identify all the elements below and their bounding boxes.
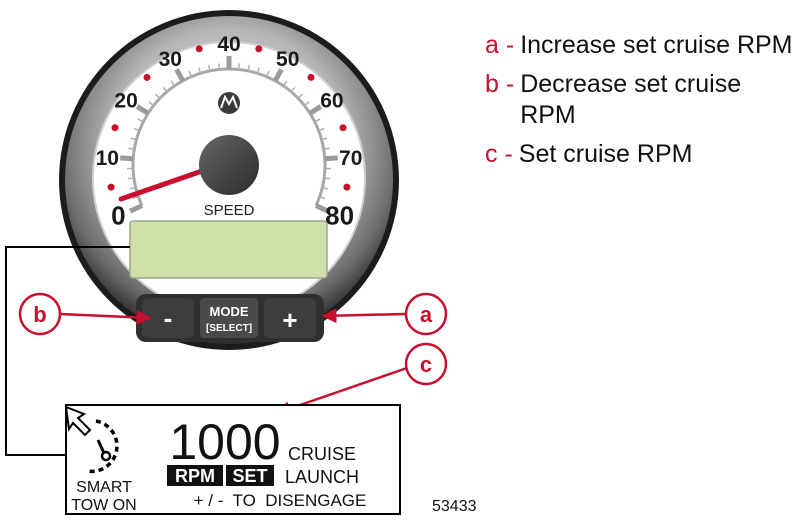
legend-item-b: b - Decrease set cruise RPM bbox=[485, 70, 742, 129]
dial-speed-label: SPEED bbox=[204, 202, 255, 219]
svg-text:SET: SET bbox=[232, 466, 267, 486]
svg-text:+: + bbox=[282, 305, 297, 335]
dial-minor-tick bbox=[218, 63, 221, 70]
dial-number: 80 bbox=[325, 201, 354, 231]
gauge-hub bbox=[199, 135, 259, 195]
dial-red-dot bbox=[143, 73, 151, 81]
legend-item-c: c - Set cruise RPM bbox=[485, 140, 693, 168]
dial-minor-tick bbox=[323, 177, 331, 180]
rpm-tag: RPM bbox=[167, 465, 223, 486]
tow-on-label: TOW ON bbox=[71, 497, 136, 514]
dial-minor-tick bbox=[323, 147, 330, 150]
dial-red-dot bbox=[111, 124, 119, 132]
svg-text:a: a bbox=[420, 302, 433, 327]
dial-number: 30 bbox=[159, 48, 182, 71]
dial-number: 70 bbox=[339, 147, 362, 170]
dial-number: 20 bbox=[114, 89, 137, 112]
set-tag: SET bbox=[226, 465, 274, 486]
svg-text:MODE: MODE bbox=[210, 304, 249, 319]
dial-minor-tick bbox=[128, 147, 135, 150]
smart-label: SMART bbox=[76, 479, 132, 496]
dial-major-tick bbox=[120, 155, 134, 162]
callout-a-leader bbox=[321, 308, 406, 324]
dial-red-dot bbox=[343, 183, 351, 191]
brand-logo-icon bbox=[218, 92, 240, 114]
dial-minor-tick bbox=[237, 63, 240, 70]
dial-major-tick bbox=[324, 155, 338, 162]
svg-text:[SELECT]: [SELECT] bbox=[206, 323, 252, 334]
lcd-window bbox=[129, 220, 328, 279]
dial-red-dot bbox=[195, 45, 203, 53]
mode-select-button[interactable]: MODE [SELECT] bbox=[200, 298, 258, 338]
svg-text:b: b bbox=[33, 302, 46, 327]
callout-c: c bbox=[404, 342, 448, 386]
dial-minor-tick bbox=[127, 177, 135, 180]
legend: a - Increase set cruise RPM b - Decrease… bbox=[485, 30, 795, 178]
launch-label: LAUNCH bbox=[285, 467, 359, 487]
cruise-label: CRUISE bbox=[288, 444, 356, 464]
svg-text:-: - bbox=[164, 303, 173, 333]
dial-number: 50 bbox=[276, 48, 299, 71]
svg-text:c: c bbox=[420, 352, 432, 377]
dial-number: 60 bbox=[320, 89, 343, 112]
dial-red-dot bbox=[255, 45, 263, 53]
dial-number: 10 bbox=[96, 147, 119, 170]
increase-button[interactable]: + bbox=[264, 298, 316, 338]
dial-red-dot bbox=[107, 183, 115, 191]
dial-number: 0 bbox=[111, 201, 125, 231]
disengage-hint: + / - TO DISENGAGE bbox=[194, 491, 367, 510]
rpm-value: 1000 bbox=[169, 414, 280, 470]
dial-red-dot bbox=[339, 124, 347, 132]
dial-red-dot bbox=[307, 73, 315, 81]
callout-a: a bbox=[404, 292, 448, 336]
svg-text:RPM: RPM bbox=[175, 466, 215, 486]
legend-item-a: a - Increase set cruise RPM bbox=[485, 31, 793, 59]
callout-b: b bbox=[18, 292, 62, 336]
figure-number: 53433 bbox=[432, 498, 477, 515]
dial-number: 40 bbox=[217, 33, 240, 56]
